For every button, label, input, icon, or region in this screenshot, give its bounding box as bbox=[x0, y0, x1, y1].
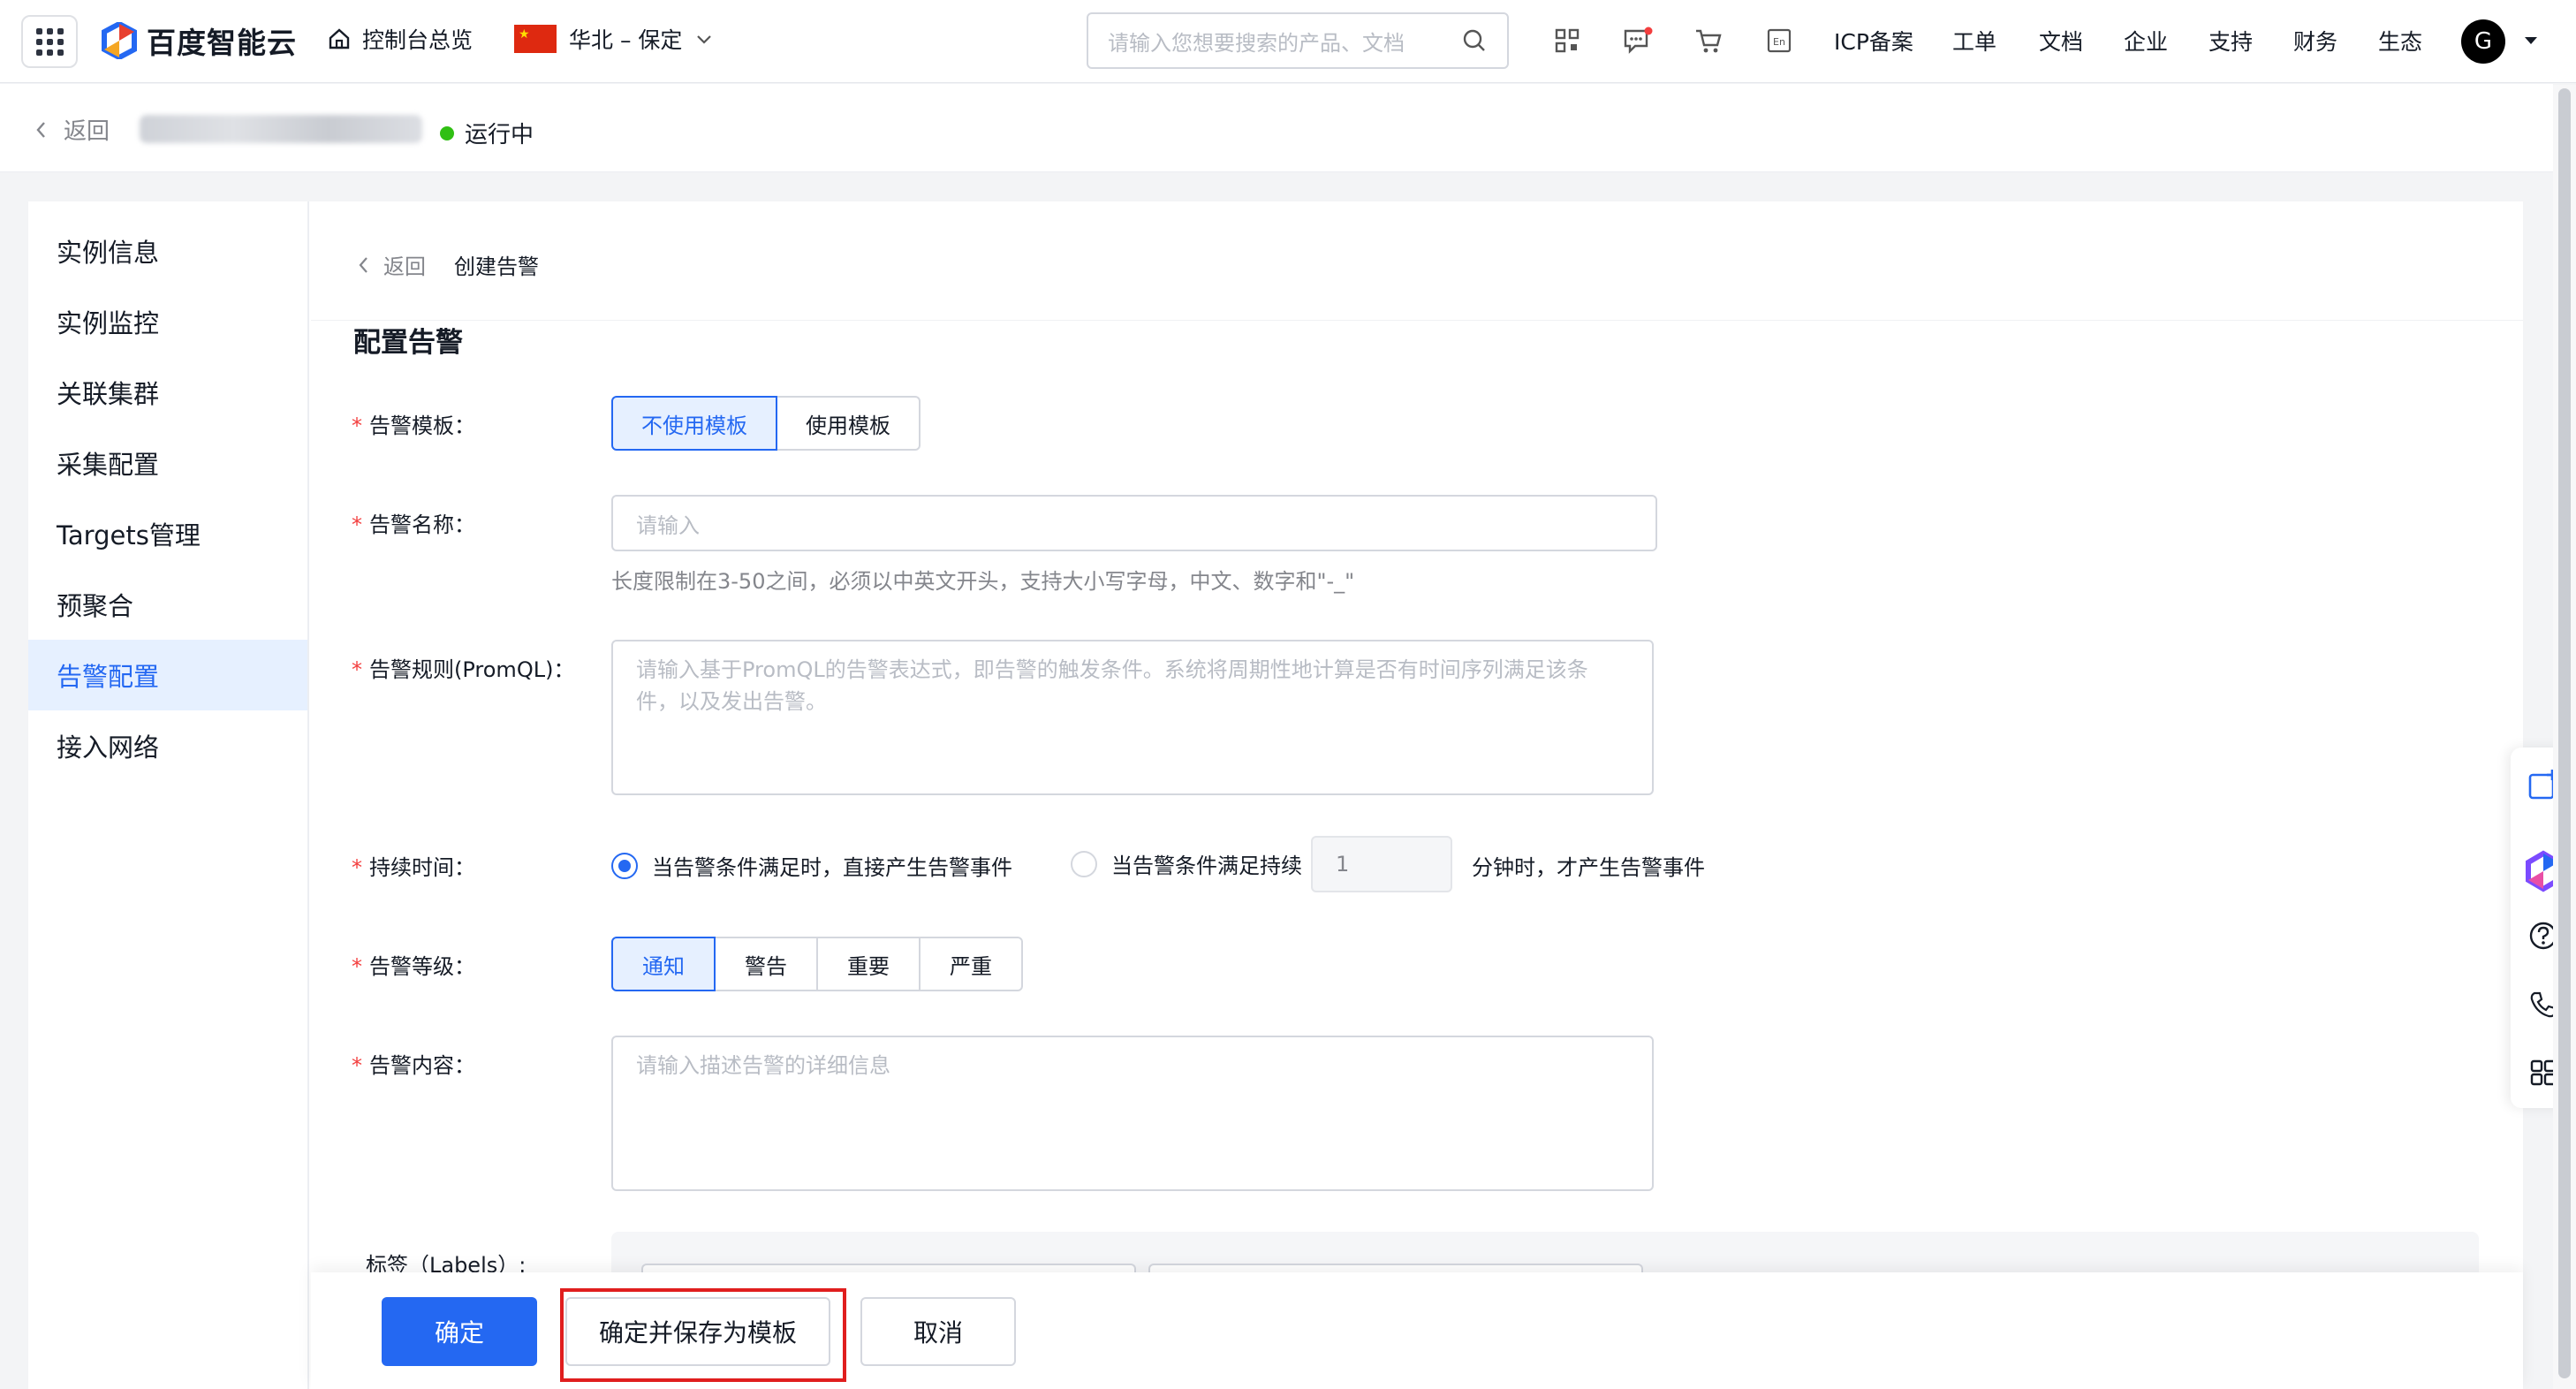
console-overview-link[interactable]: 控制台总览 bbox=[327, 23, 473, 55]
region-label: 华北 – 保定 bbox=[569, 27, 683, 53]
status-text: 运行中 bbox=[465, 122, 534, 148]
level-option-notice[interactable]: 通知 bbox=[611, 937, 716, 991]
back-label: 返回 bbox=[64, 118, 110, 145]
alert-rule-placeholder: 请输入基于PromQL的告警表达式，即告警的触发条件。系统将周期性地计算是否有时… bbox=[636, 657, 1588, 714]
breadcrumb: 返回 创建告警 bbox=[357, 249, 539, 280]
nav-support[interactable]: 支持 bbox=[2209, 25, 2253, 57]
alert-name-label: * 告警名称： bbox=[352, 512, 475, 537]
duration-option-2-prefix: 当告警条件满足持续 bbox=[1111, 854, 1302, 878]
search-placeholder: 请输入您想要搜索的产品、文档 bbox=[1108, 30, 1405, 56]
alert-content-textarea[interactable]: 请输入描述告警的详细信息 bbox=[611, 1036, 1654, 1191]
language-label: En bbox=[1773, 36, 1785, 48]
sidebar-item-targets[interactable]: Targets管理 bbox=[28, 498, 307, 569]
language-switch-icon[interactable]: En bbox=[1762, 23, 1797, 58]
alert-name-placeholder: 请输入 bbox=[636, 512, 700, 538]
avatar[interactable]: G bbox=[2461, 19, 2505, 64]
alert-rule-label: * 告警规则(PromQL)： bbox=[352, 657, 575, 682]
breadcrumb-back[interactable]: 返回 bbox=[383, 249, 426, 280]
alert-name-hint: 长度限制在3-50之间，必须以中英文开头，支持大小写字母，中文、数字和"-_" bbox=[611, 569, 1355, 594]
scrollbar-thumb[interactable] bbox=[2558, 88, 2571, 1378]
duration-option-immediate[interactable]: 当告警条件满足时，直接产生告警事件 bbox=[611, 850, 1012, 881]
duration-option-1-label: 当告警条件满足时，直接产生告警事件 bbox=[652, 855, 1012, 880]
chevron-down-icon bbox=[697, 35, 712, 44]
level-option-important[interactable]: 重要 bbox=[816, 937, 921, 991]
alert-name-input[interactable]: 请输入 bbox=[611, 495, 1657, 551]
template-option-none[interactable]: 不使用模板 bbox=[611, 396, 777, 451]
sidebar-item-instance-info[interactable]: 实例信息 bbox=[28, 216, 307, 286]
nav-icp[interactable]: ICP备案 bbox=[1834, 25, 1913, 57]
logo[interactable]: 百度智能云 bbox=[101, 21, 297, 60]
duration-option-2-suffix: 分钟时，才产生告警事件 bbox=[1472, 855, 1705, 880]
alert-content-label: * 告警内容： bbox=[352, 1053, 475, 1078]
alert-content-placeholder: 请输入描述告警的详细信息 bbox=[636, 1053, 890, 1078]
sidebar-item-pre-aggregation[interactable]: 预聚合 bbox=[28, 569, 307, 640]
cancel-button[interactable]: 取消 bbox=[860, 1297, 1016, 1366]
level-option-warning[interactable]: 警告 bbox=[714, 937, 818, 991]
nav-finance[interactable]: 财务 bbox=[2293, 25, 2337, 57]
nav-ticket[interactable]: 工单 bbox=[1952, 25, 1996, 57]
status-badge: 运行中 bbox=[440, 117, 534, 149]
china-flag-icon bbox=[514, 25, 557, 53]
breadcrumb-current: 创建告警 bbox=[454, 254, 539, 279]
template-option-use[interactable]: 使用模板 bbox=[776, 396, 921, 451]
alert-rule-textarea[interactable]: 请输入基于PromQL的告警表达式，即告警的触发条件。系统将周期性地计算是否有时… bbox=[611, 640, 1654, 795]
search-icon[interactable] bbox=[1461, 27, 1488, 54]
sidebar: 实例信息 实例监控 关联集群 采集配置 Targets管理 预聚合 告警配置 接… bbox=[28, 201, 309, 1389]
sidebar-item-linked-cluster[interactable]: 关联集群 bbox=[28, 357, 307, 428]
back-link[interactable]: 返回 bbox=[34, 113, 110, 146]
home-icon bbox=[329, 28, 350, 49]
template-label: * 告警模板： bbox=[352, 414, 475, 438]
section-title: 配置告警 bbox=[353, 327, 463, 359]
message-icon[interactable] bbox=[1620, 23, 1655, 58]
radio-unchecked-icon[interactable] bbox=[1071, 850, 1097, 877]
sidebar-item-alert-config[interactable]: 告警配置 bbox=[28, 640, 307, 710]
highlight-box bbox=[560, 1288, 846, 1382]
divider bbox=[311, 320, 2523, 321]
sidebar-item-network-access[interactable]: 接入网络 bbox=[28, 710, 307, 781]
sidebar-item-instance-monitor[interactable]: 实例监控 bbox=[28, 286, 307, 357]
region-selector[interactable]: 华北 – 保定 bbox=[514, 23, 714, 55]
alert-level-selector: 通知 警告 重要 严重 bbox=[611, 937, 1023, 991]
confirm-button[interactable]: 确定 bbox=[382, 1297, 537, 1366]
template-selector: 不使用模板 使用模板 bbox=[611, 396, 921, 451]
status-dot bbox=[440, 125, 454, 140]
console-overview-label: 控制台总览 bbox=[362, 27, 474, 53]
chevron-left-icon[interactable] bbox=[357, 255, 371, 275]
duration-minutes-input[interactable]: 1 bbox=[1311, 836, 1452, 892]
global-search-input[interactable]: 请输入您想要搜索的产品、文档 bbox=[1087, 12, 1509, 69]
instance-name-redacted bbox=[140, 115, 422, 143]
logo-text: 百度智能云 bbox=[147, 26, 297, 60]
nav-enterprise[interactable]: 企业 bbox=[2124, 25, 2168, 57]
duration-option-delayed[interactable]: 当告警条件满足持续 bbox=[1071, 848, 1302, 879]
account-dropdown-icon[interactable] bbox=[2523, 34, 2539, 50]
content-panel bbox=[311, 201, 2523, 1389]
cart-icon[interactable] bbox=[1691, 23, 1726, 58]
qrcode-icon[interactable] bbox=[1549, 23, 1585, 58]
duration-label: * 持续时间： bbox=[352, 855, 475, 880]
baidu-cloud-logo-icon bbox=[102, 22, 137, 59]
alert-level-label: * 告警等级： bbox=[352, 954, 475, 979]
level-option-critical[interactable]: 严重 bbox=[919, 937, 1023, 991]
nav-docs[interactable]: 文档 bbox=[2039, 25, 2083, 57]
radio-checked-icon[interactable] bbox=[611, 852, 638, 879]
grid-icon bbox=[35, 27, 64, 56]
chevron-left-icon bbox=[36, 121, 45, 138]
sidebar-item-collect-config[interactable]: 采集配置 bbox=[28, 428, 307, 498]
nav-ecosystem[interactable]: 生态 bbox=[2378, 25, 2422, 57]
product-menu-button[interactable] bbox=[21, 15, 78, 68]
